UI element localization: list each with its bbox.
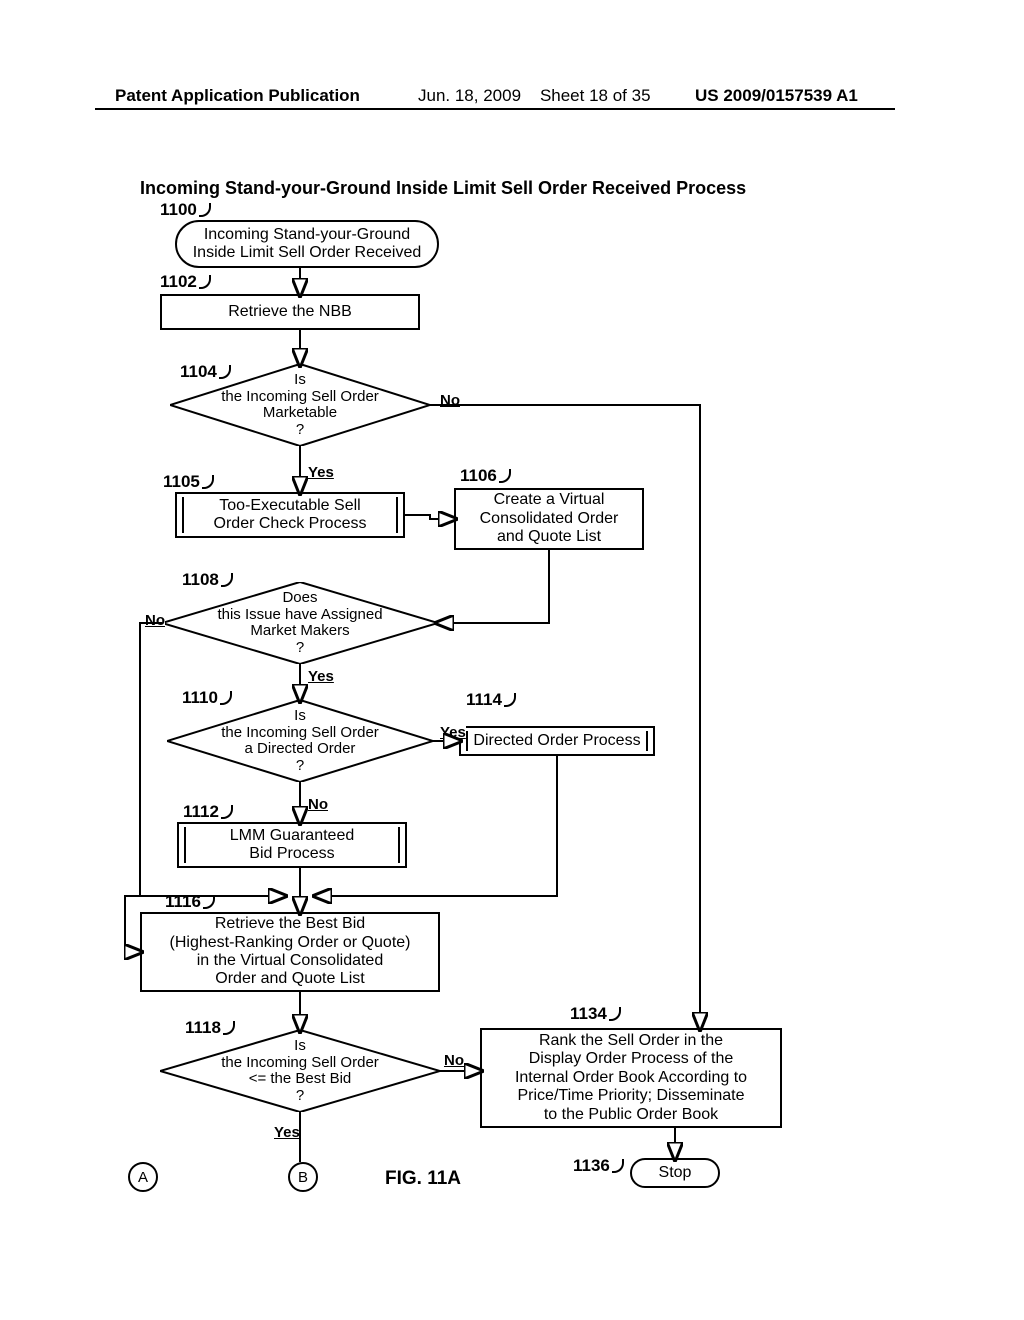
decision-leq-best-bid: Is the Incoming Sell Order <= the Best B…: [160, 1030, 440, 1112]
label-no-1118: No: [444, 1052, 464, 1069]
subprocess-lmm-guaranteed: LMM Guaranteed Bid Process: [177, 822, 407, 868]
process-rank-sell-order: Rank the Sell Order in the Display Order…: [480, 1028, 782, 1128]
connector-b: B: [288, 1162, 318, 1192]
refnum-1100: 1100: [160, 200, 211, 220]
refnum-1134: 1134: [570, 1004, 621, 1024]
label-yes-1108: Yes: [308, 668, 334, 685]
label-no-1110: No: [308, 796, 328, 813]
refnum-1136: 1136: [573, 1156, 624, 1176]
label-yes-1104: Yes: [308, 464, 334, 481]
refnum-1105: 1105: [163, 472, 214, 492]
header-pubno: US 2009/0157539 A1: [695, 86, 858, 106]
process-create-virtual-list: Create a Virtual Consolidated Order and …: [454, 488, 644, 550]
label-no-1104: No: [440, 392, 460, 409]
refnum-1102: 1102: [160, 272, 211, 292]
header-left: Patent Application Publication: [115, 86, 360, 106]
label-yes-1110: Yes: [440, 724, 466, 741]
header-date: Jun. 18, 2009: [418, 86, 521, 105]
terminator-stop: Stop: [630, 1158, 720, 1188]
terminator-start: Incoming Stand-your-Ground Inside Limit …: [175, 220, 439, 268]
refnum-1112: 1112: [183, 802, 233, 822]
subprocess-too-executable: Too-Executable Sell Order Check Process: [175, 492, 405, 538]
figure-label: FIG. 11A: [385, 1168, 461, 1190]
label-yes-1118: Yes: [274, 1124, 300, 1141]
header-date-sheet: Jun. 18, 2009 Sheet 18 of 35: [418, 86, 651, 106]
decision-marketable: Is the Incoming Sell Order Marketable ?: [170, 364, 430, 446]
diagram-title: Incoming Stand-your-Ground Inside Limit …: [140, 178, 746, 199]
decision-market-makers: Does this Issue have Assigned Market Mak…: [162, 582, 438, 664]
refnum-1106: 1106: [460, 466, 511, 486]
connector-a: A: [128, 1162, 158, 1192]
decision-directed-order: Is the Incoming Sell Order a Directed Or…: [167, 700, 433, 782]
process-retrieve-nbb: Retrieve the NBB: [160, 294, 420, 330]
header-sheet: Sheet 18 of 35: [540, 86, 651, 105]
refnum-1114: 1114: [466, 690, 516, 710]
refnum-1116: 1116: [165, 892, 215, 912]
label-no-1108: No: [145, 612, 165, 629]
process-retrieve-best-bid: Retrieve the Best Bid (Highest-Ranking O…: [140, 912, 440, 992]
subprocess-directed-order: Directed Order Process: [459, 726, 655, 756]
